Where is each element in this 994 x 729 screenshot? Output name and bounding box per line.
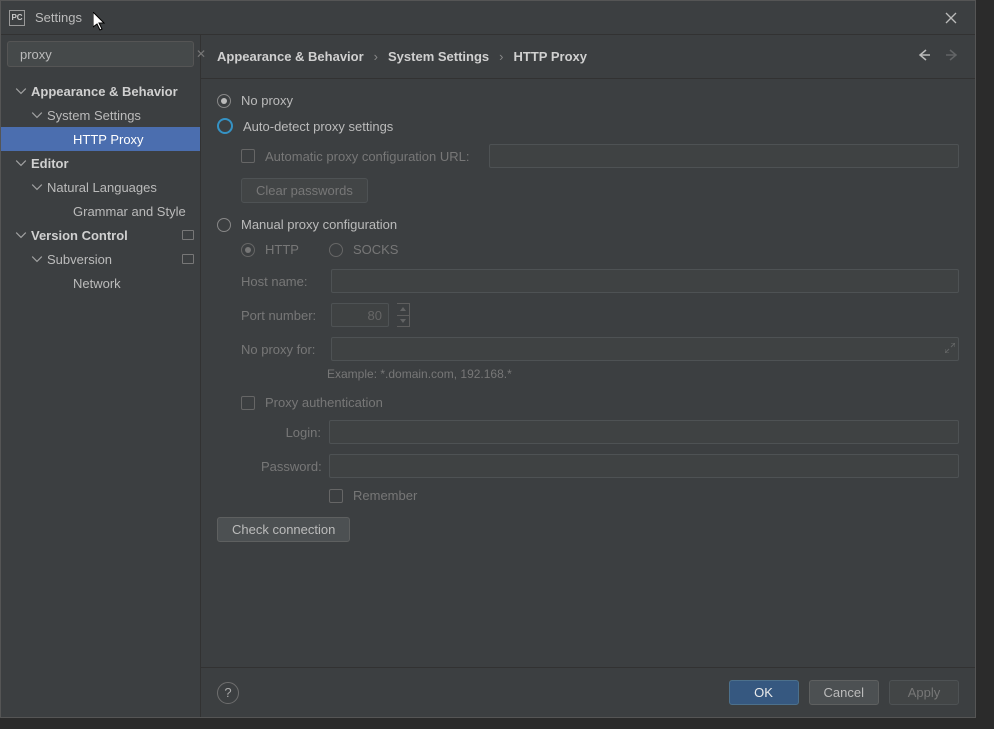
chevron-down-icon [397, 316, 409, 327]
tree-editor[interactable]: Editor [1, 151, 200, 175]
crumb-appearance[interactable]: Appearance & Behavior [217, 49, 364, 64]
chevron-down-icon [31, 109, 43, 121]
tree-appearance-behavior[interactable]: Appearance & Behavior [1, 79, 200, 103]
radio-manual[interactable]: Manual proxy configuration [217, 217, 959, 232]
chevron-down-icon [31, 181, 43, 193]
label-no-proxy: No proxy [241, 93, 293, 108]
radio-icon [241, 243, 255, 257]
input-auto-url [489, 144, 959, 168]
tree-version-control[interactable]: Version Control [1, 223, 200, 247]
label-port: Port number: [241, 308, 323, 323]
label-auto-url: Automatic proxy configuration URL: [265, 149, 469, 164]
label-manual: Manual proxy configuration [241, 217, 397, 232]
label-host: Host name: [241, 274, 323, 289]
cancel-button[interactable]: Cancel [809, 680, 879, 705]
settings-dialog: PC Settings ✕ Appearance & Behavior [0, 0, 976, 718]
titlebar: PC Settings [1, 1, 975, 35]
radio-no-proxy[interactable]: No proxy [217, 93, 959, 108]
radio-auto-detect[interactable]: Auto-detect proxy settings [217, 118, 959, 134]
chevron-down-icon [15, 229, 27, 241]
chevron-up-icon [397, 304, 409, 316]
chevron-down-icon [15, 85, 27, 97]
apply-button: Apply [889, 680, 959, 705]
tree-natural-languages[interactable]: Natural Languages [1, 175, 200, 199]
input-noproxy [331, 337, 959, 361]
radio-icon [217, 94, 231, 108]
radio-http: HTTP [241, 242, 299, 257]
chevron-right-icon: › [499, 49, 503, 64]
port-spinner [397, 303, 410, 327]
radio-icon [217, 218, 231, 232]
sidebar: ✕ Appearance & Behavior System Settings … [1, 35, 201, 717]
breadcrumb: Appearance & Behavior › System Settings … [201, 35, 975, 79]
close-button[interactable] [935, 4, 967, 32]
input-password [329, 454, 959, 478]
arrow-right-icon [945, 48, 959, 62]
nav-forward-button [945, 48, 959, 65]
chevron-down-icon [15, 157, 27, 169]
project-badge-icon [182, 254, 194, 264]
tree-network[interactable]: Network [1, 271, 200, 295]
checkbox-icon [241, 149, 255, 163]
checkbox-icon [241, 396, 255, 410]
check-auto-url: Automatic proxy configuration URL: [241, 144, 959, 168]
help-button[interactable]: ? [217, 682, 239, 704]
label-noproxy: No proxy for: [241, 342, 323, 357]
chevron-right-icon: › [374, 49, 378, 64]
label-auto-detect: Auto-detect proxy settings [243, 119, 393, 134]
ok-button[interactable]: OK [729, 680, 799, 705]
search-box: ✕ [7, 41, 194, 67]
settings-tree: Appearance & Behavior System Settings HT… [1, 75, 200, 717]
check-connection-button[interactable]: Check connection [217, 517, 350, 542]
search-input[interactable] [20, 47, 196, 62]
project-badge-icon [182, 230, 194, 240]
app-icon: PC [9, 10, 25, 26]
arrow-left-icon [917, 48, 931, 62]
label-http: HTTP [265, 242, 299, 257]
check-remember: Remember [329, 488, 959, 503]
tree-grammar-style[interactable]: Grammar and Style [1, 199, 200, 223]
tree-http-proxy[interactable]: HTTP Proxy [1, 127, 200, 151]
label-socks: SOCKS [353, 242, 399, 257]
checkbox-icon [329, 489, 343, 503]
input-port [331, 303, 389, 327]
tree-subversion[interactable]: Subversion [1, 247, 200, 271]
radio-socks: SOCKS [329, 242, 399, 257]
check-proxy-auth: Proxy authentication [241, 395, 959, 410]
label-login: Login: [261, 425, 321, 440]
clear-search-icon[interactable]: ✕ [196, 47, 206, 61]
clear-passwords-button: Clear passwords [241, 178, 368, 203]
tree-system-settings[interactable]: System Settings [1, 103, 200, 127]
titlebar-title: Settings [35, 10, 82, 25]
label-password: Password: [261, 459, 321, 474]
label-proxy-auth: Proxy authentication [265, 395, 383, 410]
chevron-down-icon [31, 253, 43, 265]
radio-icon [217, 118, 233, 134]
input-host [331, 269, 959, 293]
close-icon [945, 12, 957, 24]
expand-icon [945, 341, 955, 356]
nav-back-button[interactable] [917, 48, 931, 65]
radio-icon [329, 243, 343, 257]
crumb-http-proxy: HTTP Proxy [514, 49, 587, 64]
input-login [329, 420, 959, 444]
noproxy-example: Example: *.domain.com, 192.168.* [327, 367, 959, 381]
footer: ? OK Cancel Apply [201, 667, 975, 717]
crumb-system-settings[interactable]: System Settings [388, 49, 489, 64]
main-panel: Appearance & Behavior › System Settings … [201, 35, 975, 717]
content-area: No proxy Auto-detect proxy settings Auto… [201, 79, 975, 667]
label-remember: Remember [353, 488, 417, 503]
